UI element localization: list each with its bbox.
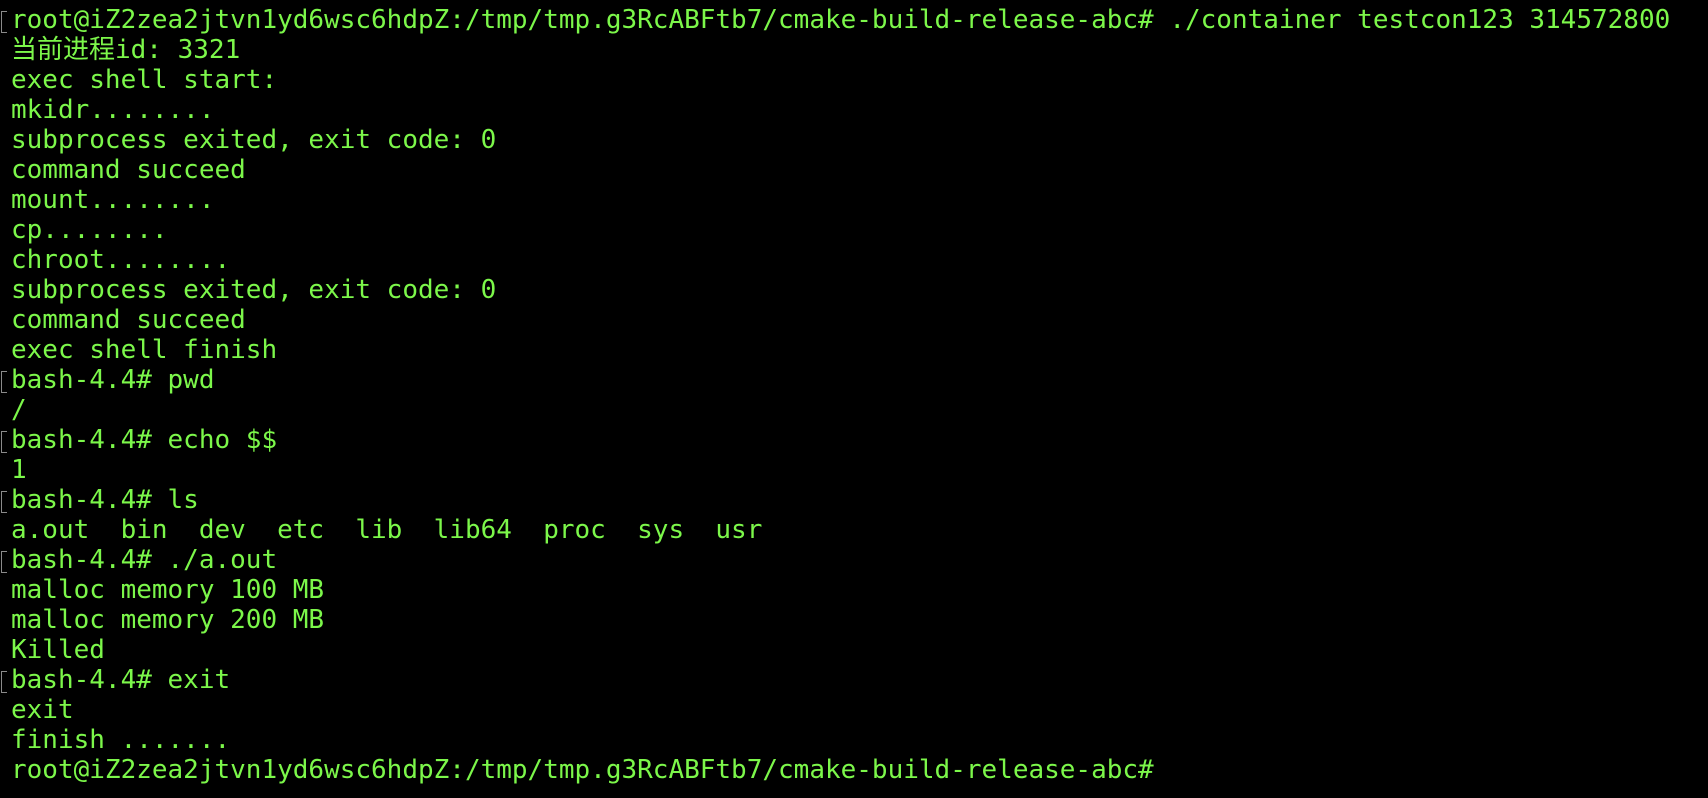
output-line: command succeed	[11, 155, 246, 185]
output-line: chroot........	[11, 245, 231, 275]
output-line: mkidr........	[11, 95, 215, 125]
terminal-line: 当前进程id: 3321	[0, 35, 1708, 65]
output-line: exec shell start:	[11, 65, 278, 95]
line-marker-icon	[1, 371, 7, 393]
terminal-line: root@iZ2zea2jtvn1yd6wsc6hdpZ:/tmp/tmp.g3…	[0, 5, 1708, 35]
output-line: subprocess exited, exit code: 0	[11, 275, 497, 305]
cursor[interactable]	[1171, 758, 1185, 782]
output-line: command succeed	[11, 305, 246, 335]
prompt-command-echo: bash-4.4# echo $$	[11, 425, 278, 455]
terminal-line: a.out bin dev etc lib lib64 proc sys usr	[0, 515, 1708, 545]
prompt-command-pwd: bash-4.4# pwd	[11, 365, 215, 395]
terminal-line: mkidr........	[0, 95, 1708, 125]
current-prompt: root@iZ2zea2jtvn1yd6wsc6hdpZ:/tmp/tmp.g3…	[11, 755, 1170, 785]
prompt-command-ls: bash-4.4# ls	[11, 485, 199, 515]
process-id-output: 当前进程id: 3321	[11, 35, 241, 65]
output-line: malloc memory 100 MB	[11, 575, 325, 605]
terminal-line: exec shell finish	[0, 335, 1708, 365]
terminal-line: bash-4.4# pwd	[0, 365, 1708, 395]
prompt-command-exit: bash-4.4# exit	[11, 665, 231, 695]
terminal-line: finish .......	[0, 725, 1708, 755]
output-line: exec shell finish	[11, 335, 278, 365]
terminal-line: cp........	[0, 215, 1708, 245]
terminal-line: bash-4.4# ls	[0, 485, 1708, 515]
terminal-line: root@iZ2zea2jtvn1yd6wsc6hdpZ:/tmp/tmp.g3…	[0, 755, 1708, 785]
directory-listing: a.out bin dev etc lib lib64 proc sys usr	[11, 515, 763, 545]
terminal-line: bash-4.4# exit	[0, 665, 1708, 695]
terminal-line: command succeed	[0, 305, 1708, 335]
line-marker-icon	[1, 431, 7, 453]
output-line: subprocess exited, exit code: 0	[11, 125, 497, 155]
terminal-line: bash-4.4# echo $$	[0, 425, 1708, 455]
terminal-line: malloc memory 100 MB	[0, 575, 1708, 605]
terminal-line: exit	[0, 695, 1708, 725]
terminal-line: bash-4.4# ./a.out	[0, 545, 1708, 575]
terminal-line: malloc memory 200 MB	[0, 605, 1708, 635]
terminal-line: mount........	[0, 185, 1708, 215]
terminal-output[interactable]: root@iZ2zea2jtvn1yd6wsc6hdpZ:/tmp/tmp.g3…	[0, 5, 1708, 785]
terminal-line: command succeed	[0, 155, 1708, 185]
terminal-line: subprocess exited, exit code: 0	[0, 125, 1708, 155]
terminal-line: Killed	[0, 635, 1708, 665]
terminal-line: exec shell start:	[0, 65, 1708, 95]
terminal-line: subprocess exited, exit code: 0	[0, 275, 1708, 305]
prompt-command-aout: bash-4.4# ./a.out	[11, 545, 278, 575]
line-marker-icon	[1, 551, 7, 573]
terminal-line: chroot........	[0, 245, 1708, 275]
output-line: /	[11, 395, 27, 425]
terminal-line: 1	[0, 455, 1708, 485]
line-marker-icon	[1, 491, 7, 513]
line-marker-icon	[1, 671, 7, 693]
terminal-window[interactable]: root@iZ2zea2jtvn1yd6wsc6hdpZ:/tmp/tmp.g3…	[0, 0, 1708, 798]
prompt-command-container: root@iZ2zea2jtvn1yd6wsc6hdpZ:/tmp/tmp.g3…	[11, 5, 1671, 35]
output-line: malloc memory 200 MB	[11, 605, 325, 635]
output-line: finish .......	[11, 725, 231, 755]
line-marker-icon	[1, 11, 7, 33]
killed-output: Killed	[11, 635, 105, 665]
output-line: mount........	[11, 185, 215, 215]
terminal-line: /	[0, 395, 1708, 425]
output-line: cp........	[11, 215, 168, 245]
output-line: 1	[11, 455, 27, 485]
output-line: exit	[11, 695, 74, 725]
